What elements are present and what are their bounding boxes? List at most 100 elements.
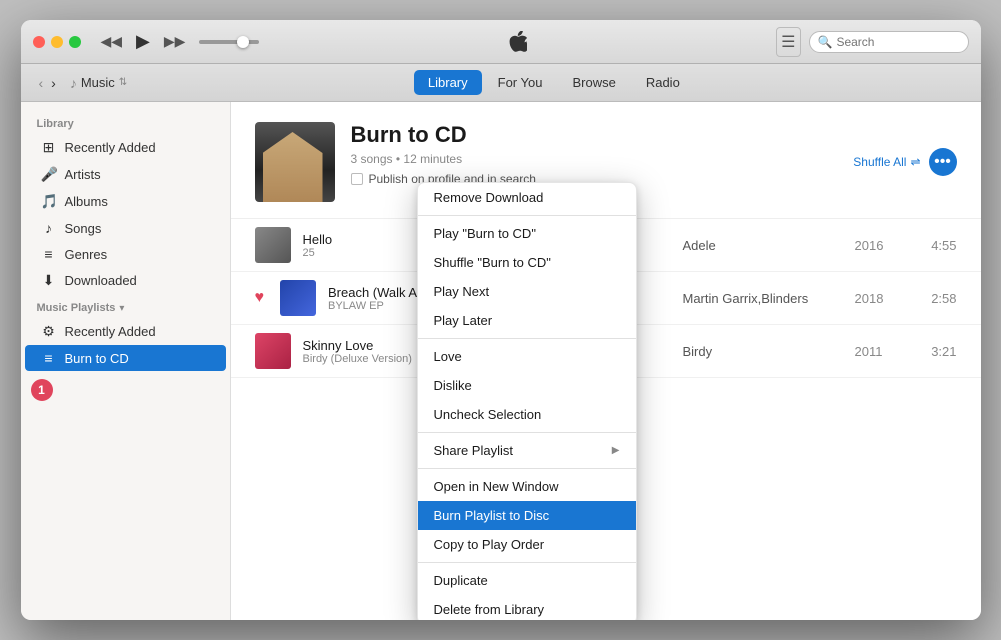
tab-browse[interactable]: Browse [558, 70, 629, 95]
heart-icon[interactable]: ♥ [255, 289, 265, 307]
navbar: ‹ › ♪ Music ⇅ Library For You Browse Rad… [21, 64, 981, 102]
maximize-button[interactable] [69, 36, 81, 48]
nav-tabs: Library For You Browse Radio [414, 70, 694, 95]
tab-foryou[interactable]: For You [484, 70, 557, 95]
songs-icon: ♪ [41, 220, 57, 236]
sidebar-item-genres[interactable]: ≡ Genres [25, 241, 226, 267]
context-menu: Remove Download Play "Burn to CD" Shuffl… [417, 182, 637, 620]
playlists-header[interactable]: Music Playlists ▾ [21, 294, 230, 318]
sidebar-item-burn-to-cd[interactable]: ≡ Burn to CD 1 [25, 345, 226, 371]
album-actions: Shuffle All ⇌ ••• [853, 148, 956, 176]
song-thumbnail [280, 280, 316, 316]
sidebar-item-label: Songs [65, 221, 102, 236]
song-year: 2011 [855, 344, 905, 359]
more-options-button[interactable]: ••• [929, 148, 957, 176]
cm-delete-library[interactable]: Delete from Library [418, 595, 636, 620]
cm-copy-order[interactable]: Copy to Play Order [418, 530, 636, 559]
music-icon: ♪ [70, 75, 77, 91]
cm-separator [418, 215, 636, 216]
albums-icon: 🎵 [41, 193, 57, 210]
sidebar-item-downloaded[interactable]: ⬇ Downloaded [25, 267, 226, 294]
list-view-button[interactable]: ☰ [776, 27, 800, 57]
recently-added-pl-icon: ⚙ [41, 323, 57, 340]
back-button[interactable]: ‹ [37, 73, 46, 93]
tab-library[interactable]: Library [414, 70, 482, 95]
location-chevron: ⇅ [119, 77, 127, 88]
fast-forward-button[interactable]: ▶▶ [160, 31, 190, 52]
cm-open-window[interactable]: Open in New Window [418, 472, 636, 501]
sidebar-item-label: Albums [65, 194, 108, 209]
shuffle-icon: ⇌ [910, 155, 920, 169]
badge-1: 1 [31, 379, 53, 401]
sidebar-item-label: Recently Added [65, 140, 156, 155]
cm-separator [418, 562, 636, 563]
sidebar-item-recently-added-pl[interactable]: ⚙ Recently Added [25, 318, 226, 345]
cm-dislike[interactable]: Dislike [418, 371, 636, 400]
sidebar-library-label: Library [21, 110, 230, 134]
song-year: 2018 [855, 291, 905, 306]
play-button[interactable]: ▶ [132, 29, 154, 54]
tab-radio[interactable]: Radio [632, 70, 694, 95]
sidebar-item-albums[interactable]: 🎵 Albums [25, 188, 226, 215]
cm-play-next[interactable]: Play Next [418, 277, 636, 306]
artists-icon: 🎤 [41, 166, 57, 183]
song-thumbnail [255, 227, 291, 263]
sidebar-item-label: Burn to CD [65, 351, 129, 366]
nav-arrows: ‹ › [37, 73, 58, 93]
sidebar: Library ⊞ Recently Added 🎤 Artists 🎵 Alb… [21, 102, 231, 620]
cm-duplicate[interactable]: Duplicate [418, 566, 636, 595]
minimize-button[interactable] [51, 36, 63, 48]
cm-remove-download[interactable]: Remove Download [418, 183, 636, 212]
song-artist: Martin Garrix,Blinders [683, 291, 843, 306]
playlists-label: Music Playlists [37, 302, 116, 314]
forward-button[interactable]: › [49, 73, 58, 93]
sidebar-item-label: Recently Added [65, 324, 156, 339]
cm-separator [418, 338, 636, 339]
cm-love[interactable]: Love [418, 342, 636, 371]
song-artist: Birdy [683, 344, 843, 359]
location-label: Music [81, 75, 115, 90]
content-area: Burn to CD 3 songs • 12 minutes Publish … [231, 102, 981, 620]
cm-shuffle-burn[interactable]: Shuffle "Burn to CD" [418, 248, 636, 277]
titlebar: ◀◀ ▶ ▶▶ ☰ 🔍 [21, 20, 981, 64]
rewind-button[interactable]: ◀◀ [97, 31, 127, 52]
recently-added-icon: ⊞ [41, 139, 57, 156]
cm-share-playlist[interactable]: Share Playlist ▶ [418, 436, 636, 465]
song-duration: 4:55 [917, 238, 957, 253]
sidebar-item-label: Genres [65, 247, 108, 262]
toolbar-right: ☰ 🔍 [776, 27, 968, 57]
app-window: ◀◀ ▶ ▶▶ ☰ 🔍 ‹ › ♪ Music [21, 20, 981, 620]
traffic-lights [33, 36, 81, 48]
song-duration: 2:58 [917, 291, 957, 306]
shuffle-label: Shuffle All [853, 155, 906, 169]
cm-uncheck-selection[interactable]: Uncheck Selection [418, 400, 636, 429]
cm-burn-disc[interactable]: Burn Playlist to Disc 2 [418, 501, 636, 530]
sidebar-item-label: Downloaded [65, 273, 137, 288]
song-duration: 3:21 [917, 344, 957, 359]
search-box[interactable]: 🔍 [809, 31, 969, 53]
sidebar-item-label: Artists [65, 167, 101, 182]
downloaded-icon: ⬇ [41, 272, 57, 289]
song-year: 2016 [855, 238, 905, 253]
close-button[interactable] [33, 36, 45, 48]
sidebar-item-songs[interactable]: ♪ Songs [25, 215, 226, 241]
cm-separator [418, 432, 636, 433]
main-content: Library ⊞ Recently Added 🎤 Artists 🎵 Alb… [21, 102, 981, 620]
search-input[interactable] [836, 35, 966, 49]
shuffle-all-button[interactable]: Shuffle All ⇌ [853, 155, 920, 169]
album-info: Burn to CD 3 songs • 12 minutes Publish … [351, 122, 838, 186]
publish-checkbox[interactable] [351, 173, 363, 185]
volume-slider[interactable] [199, 40, 259, 44]
song-artist: Adele [683, 238, 843, 253]
music-location: ♪ Music ⇅ [70, 75, 127, 91]
cm-play-burn[interactable]: Play "Burn to CD" [418, 219, 636, 248]
submenu-arrow-icon: ▶ [612, 445, 620, 456]
cm-play-later[interactable]: Play Later [418, 306, 636, 335]
search-icon: 🔍 [818, 35, 833, 49]
playback-controls: ◀◀ ▶ ▶▶ [97, 29, 260, 54]
playlists-chevron-icon: ▾ [119, 303, 124, 314]
sidebar-item-artists[interactable]: 🎤 Artists [25, 161, 226, 188]
cm-separator [418, 468, 636, 469]
sidebar-item-recently-added[interactable]: ⊞ Recently Added [25, 134, 226, 161]
album-meta: 3 songs • 12 minutes [351, 152, 838, 166]
